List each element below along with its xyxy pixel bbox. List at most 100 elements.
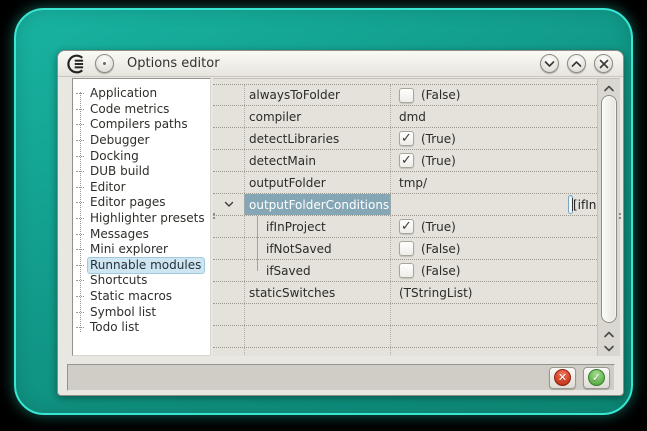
chevron-down-icon bbox=[603, 344, 615, 353]
sidebar-item-static-macros[interactable]: Static macros bbox=[73, 289, 210, 305]
checkbox-unchecked[interactable] bbox=[399, 263, 414, 278]
property-value: (True) bbox=[421, 154, 456, 168]
sidebar-item-label: DUB build bbox=[87, 163, 154, 180]
property-value-cell: (False) bbox=[391, 238, 597, 259]
sidebar-item-editor-pages[interactable]: Editor pages bbox=[73, 195, 210, 211]
property-value-cell: [ifInProject] bbox=[391, 194, 597, 215]
sidebar-item-label: Application bbox=[87, 85, 161, 102]
scrollbar-up-button-2[interactable] bbox=[598, 327, 620, 341]
grid-row-outputfolderconditions[interactable]: outputFolderConditions [ifInProject] bbox=[213, 194, 597, 216]
row-gutter bbox=[213, 194, 244, 215]
property-name: ifInProject bbox=[244, 216, 391, 237]
property-value-cell: (False) bbox=[391, 85, 597, 105]
grid-row-empty bbox=[213, 348, 597, 356]
window-menu-button[interactable] bbox=[95, 54, 114, 73]
resize-grip[interactable] bbox=[619, 213, 621, 215]
splitter-grip[interactable] bbox=[213, 213, 215, 215]
property-name bbox=[244, 326, 391, 347]
category-tree-items: ApplicationCode metricsCompilers pathsDe… bbox=[73, 86, 210, 336]
row-gutter bbox=[213, 150, 244, 171]
property-value-cell: ✓ (True) bbox=[391, 128, 597, 149]
sidebar-item-highlighter-presets[interactable]: Highlighter presets bbox=[73, 211, 210, 227]
row-gutter bbox=[213, 172, 244, 193]
property-name: compiler bbox=[244, 106, 391, 127]
chevron-up-icon bbox=[603, 84, 615, 93]
grid-row-outputfolder[interactable]: outputFoldertmp/ bbox=[213, 172, 597, 194]
sidebar-item-mini-explorer[interactable]: Mini explorer bbox=[73, 242, 210, 258]
sidebar-item-messages[interactable]: Messages bbox=[73, 226, 210, 242]
grid-row-alwaystofolder[interactable]: alwaysToFolder(False) bbox=[213, 84, 597, 106]
accept-check-icon: ✓ bbox=[588, 369, 605, 386]
sidebar-item-label: Editor pages bbox=[87, 194, 170, 211]
cancel-x-icon: ✕ bbox=[554, 369, 571, 386]
grid-row-compiler[interactable]: compiler dmd bbox=[213, 106, 597, 128]
accept-button[interactable]: ✓ bbox=[583, 367, 610, 389]
expand-chevron-icon[interactable] bbox=[224, 201, 234, 208]
property-value: (True) bbox=[421, 220, 456, 234]
minimize-button[interactable] bbox=[540, 54, 559, 73]
chevron-down-icon bbox=[544, 60, 555, 68]
sidebar-item-label: Highlighter presets bbox=[87, 210, 209, 227]
property-value-cell bbox=[391, 326, 597, 347]
grid-row-detectlibraries[interactable]: detectLibraries ✓ (True) bbox=[213, 128, 597, 150]
property-name: detectLibraries bbox=[244, 128, 391, 149]
sidebar-item-debugger[interactable]: Debugger bbox=[73, 133, 210, 149]
checkbox-checked[interactable]: ✓ bbox=[399, 131, 414, 146]
property-value-cell bbox=[391, 348, 597, 356]
property-value-editor[interactable]: [ifInProject] bbox=[568, 195, 573, 214]
grid-row-ifinproject[interactable]: ifInProject ✓ (True) bbox=[213, 216, 597, 238]
grid-row-ifsaved[interactable]: ifSaved(False) bbox=[213, 260, 597, 282]
sidebar-item-runnable-modules[interactable]: Runnable modules bbox=[73, 258, 210, 274]
property-name: ifSaved bbox=[244, 260, 391, 281]
sidebar-item-editor[interactable]: Editor bbox=[73, 180, 210, 196]
property-name bbox=[244, 348, 391, 356]
checkbox-unchecked[interactable] bbox=[399, 241, 414, 256]
grid-row-empty bbox=[213, 326, 597, 348]
titlebar: Options editor bbox=[58, 51, 623, 77]
row-gutter bbox=[213, 85, 244, 105]
property-value-cell: tmp/ bbox=[391, 172, 597, 193]
sidebar-item-application[interactable]: Application bbox=[73, 86, 210, 102]
scrollbar-down-button[interactable] bbox=[598, 341, 620, 355]
property-value: (False) bbox=[421, 88, 461, 102]
grid-row-detectmain[interactable]: detectMain✓(True) bbox=[213, 150, 597, 172]
sidebar-item-todo-list[interactable]: Todo list bbox=[73, 320, 210, 336]
scrollbar-up-button[interactable] bbox=[598, 81, 620, 95]
scrollbar-thumb[interactable] bbox=[601, 95, 617, 323]
sidebar-item-label: Code metrics bbox=[87, 101, 173, 118]
sidebar-item-dub-build[interactable]: DUB build bbox=[73, 164, 210, 180]
sidebar-item-label: Symbol list bbox=[87, 304, 160, 321]
row-gutter bbox=[213, 282, 244, 303]
sidebar-item-code-metrics[interactable]: Code metrics bbox=[73, 102, 210, 118]
window-title: Options editor bbox=[127, 56, 220, 71]
sidebar-item-label: Static macros bbox=[87, 288, 176, 305]
sidebar-item-symbol-list[interactable]: Symbol list bbox=[73, 304, 210, 320]
grid-row-staticswitches[interactable]: staticSwitches(TStringList) bbox=[213, 282, 597, 304]
checkbox-checked[interactable]: ✓ bbox=[399, 153, 414, 168]
checkbox-checked[interactable]: ✓ bbox=[399, 219, 414, 234]
sidebar-item-label: Debugger bbox=[87, 132, 153, 149]
row-gutter bbox=[213, 106, 244, 127]
coedit-logo-icon bbox=[66, 54, 86, 74]
close-button[interactable] bbox=[594, 54, 613, 73]
checkbox-unchecked[interactable] bbox=[399, 88, 414, 103]
sidebar-item-compilers-paths[interactable]: Compilers paths bbox=[73, 117, 210, 133]
maximize-button[interactable] bbox=[567, 54, 586, 73]
property-name: staticSwitches bbox=[244, 282, 391, 303]
desktop-frame: Options editor bbox=[14, 8, 633, 415]
sidebar-item-label: Messages bbox=[87, 226, 153, 243]
sidebar-item-docking[interactable]: Docking bbox=[73, 148, 210, 164]
property-name: ifNotSaved bbox=[244, 238, 391, 259]
property-name: outputFolderConditions bbox=[244, 194, 391, 215]
sidebar-item-shortcuts[interactable]: Shortcuts bbox=[73, 273, 210, 289]
property-value-cell: dmd bbox=[391, 106, 597, 127]
check-icon: ✓ bbox=[401, 220, 412, 233]
vertical-scrollbar[interactable] bbox=[597, 79, 620, 356]
property-grid-rows: alwaysToFolder(False)compiler dmd detectLi… bbox=[213, 79, 597, 356]
sidebar-item-label: Editor bbox=[87, 179, 130, 196]
property-value: (True) bbox=[421, 132, 456, 146]
property-value: dmd bbox=[399, 110, 426, 124]
sidebar-item-label: Docking bbox=[87, 148, 143, 165]
cancel-button[interactable]: ✕ bbox=[549, 367, 576, 389]
grid-row-ifnotsaved[interactable]: ifNotSaved(False) bbox=[213, 238, 597, 260]
